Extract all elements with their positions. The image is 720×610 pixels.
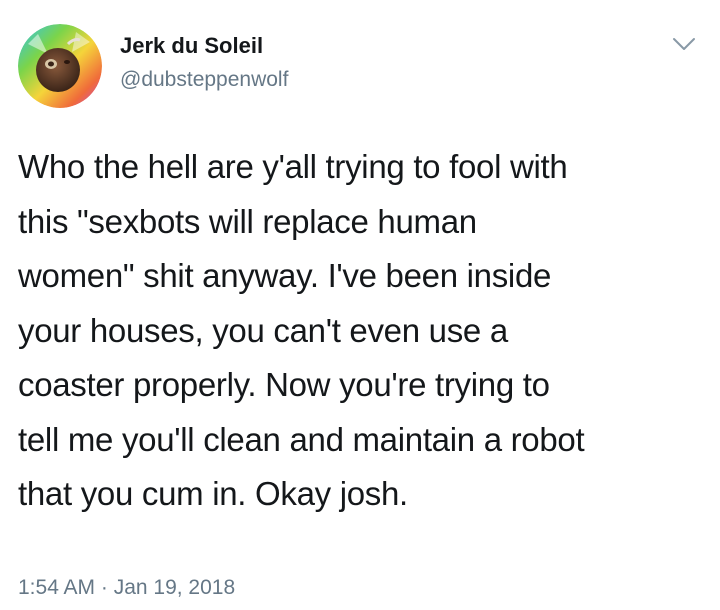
user-handle[interactable]: @dubsteppenwolf — [120, 66, 288, 94]
coconut-avatar-icon — [18, 24, 102, 108]
tweet-text: Who the hell are y'all trying to fool wi… — [18, 148, 585, 512]
tweet-timestamp[interactable]: 1:54 AM · Jan 19, 2018 — [18, 575, 235, 601]
tweet-card: Jerk du Soleil @dubsteppenwolf Who the h… — [0, 0, 720, 610]
chevron-down-icon[interactable] — [672, 34, 696, 54]
display-name[interactable]: Jerk du Soleil — [120, 32, 288, 60]
tweet-header: Jerk du Soleil @dubsteppenwolf — [18, 18, 702, 108]
user-info: Jerk du Soleil @dubsteppenwolf — [120, 32, 288, 94]
avatar[interactable] — [18, 24, 102, 108]
